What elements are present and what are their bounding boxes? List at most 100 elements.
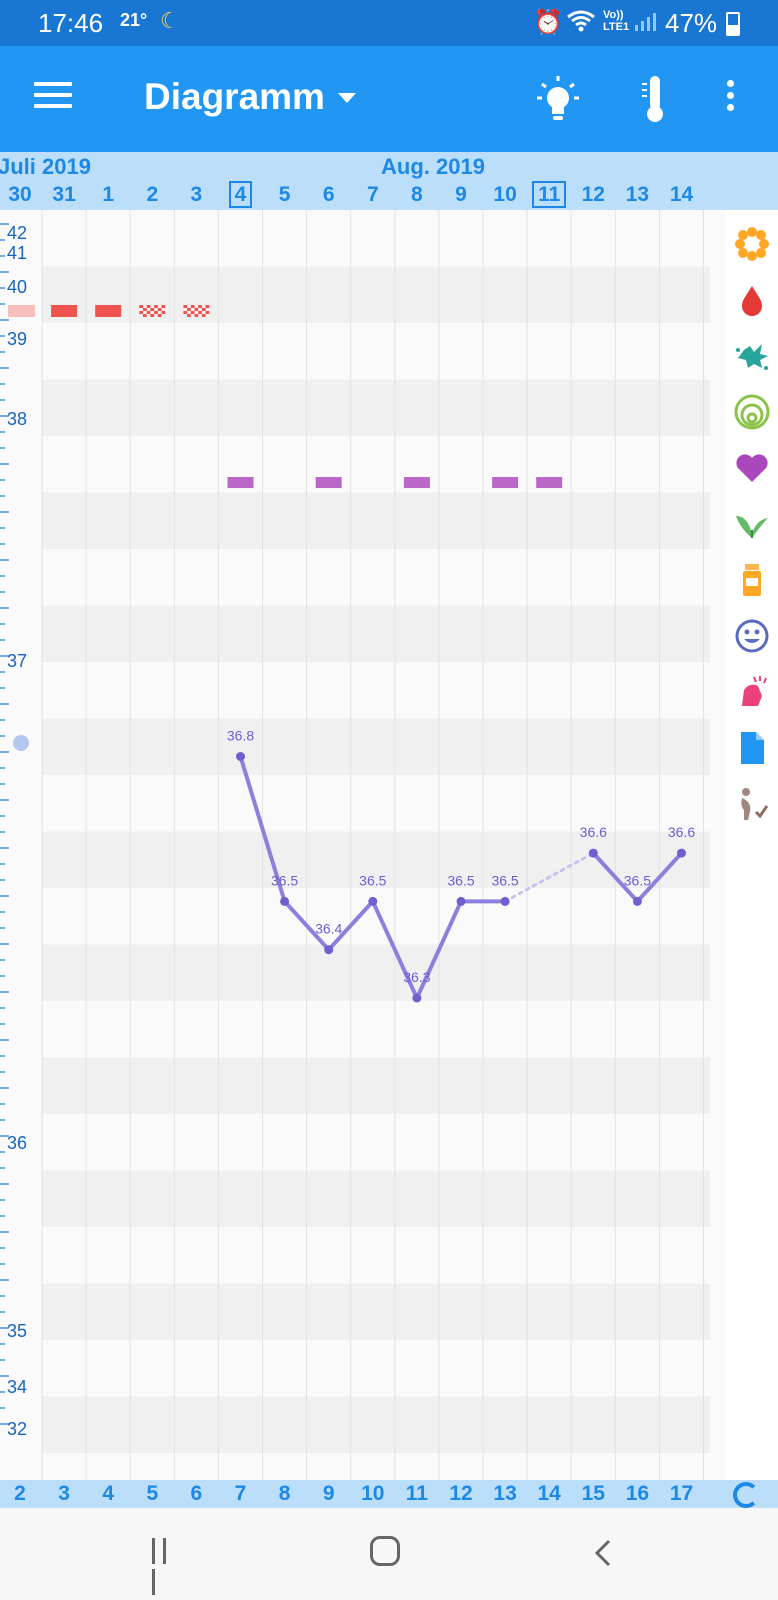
date-header: Juli 2019 Aug. 2019 30 31 1 2 3 4 5 6 7 8 9 10 11 12 1… <box>0 152 778 210</box>
lightbulb-icon[interactable] <box>536 74 580 122</box>
temperature-point <box>368 896 378 906</box>
overflow-menu-icon[interactable] <box>722 80 738 116</box>
day-label-text: 31 <box>52 183 76 206</box>
heart-icon[interactable] <box>732 448 772 488</box>
spotting-cell <box>194 308 199 311</box>
temperature-point <box>456 896 466 906</box>
chart-svg[interactable]: 4241 40 39 38 37 36 35 34 32 36.8 36.5 36.4 36.5 36.3… <box>0 210 725 1480</box>
spotting-cell <box>190 311 195 314</box>
day-label[interactable]: 14 <box>660 183 704 207</box>
cycle-day-label: 5 <box>146 1482 159 1505</box>
spotting-cell <box>146 305 151 308</box>
lte-label: LTE1 <box>603 21 630 33</box>
day-label[interactable]: 6 <box>307 183 351 207</box>
note-icon[interactable] <box>732 728 772 768</box>
temperature-point <box>588 848 598 858</box>
chart-band <box>42 605 710 662</box>
intercourse-marker <box>227 477 254 488</box>
temperature-point <box>412 993 422 1003</box>
day-label[interactable]: 10 <box>483 183 527 207</box>
cycle-day-label: 9 <box>322 1482 335 1505</box>
temperature-label: 36.6 <box>668 824 695 840</box>
spotting-cell <box>143 314 147 317</box>
splash-icon[interactable] <box>732 336 772 376</box>
day-label[interactable]: 7 <box>351 183 395 207</box>
day-label-text: 9 <box>455 183 467 206</box>
day-label-text: 13 <box>625 183 650 206</box>
spotting-cell <box>190 305 195 308</box>
day-label[interactable]: 30 <box>0 183 42 207</box>
day-label[interactable]: 13 <box>615 183 659 207</box>
temperature-label: 36.5 <box>491 872 518 888</box>
status-temperature: 21° <box>120 10 148 30</box>
menu-icon[interactable] <box>34 82 72 112</box>
day-label[interactable]: 11 <box>527 181 571 208</box>
page-title[interactable]: Diagramm <box>144 76 325 118</box>
cycle-day-label: 15 <box>581 1482 605 1505</box>
temperature-point <box>677 848 686 858</box>
temperature-label: 36.4 <box>315 921 342 937</box>
chart-band <box>42 1170 710 1227</box>
day-label[interactable]: 5 <box>263 183 307 207</box>
battery-percentage: 47% <box>665 8 718 38</box>
status-time: 17:46 <box>38 8 104 38</box>
cycle-icon[interactable] <box>733 1482 759 1508</box>
day-label-text: 30 <box>8 183 32 206</box>
home-icon[interactable] <box>370 1536 400 1566</box>
day-label-text: 5 <box>278 183 291 206</box>
cervix-icon[interactable] <box>732 392 772 432</box>
dropdown-icon[interactable] <box>338 93 356 103</box>
day-label[interactable]: 2 <box>130 183 174 207</box>
period-marker <box>95 305 122 317</box>
temperature-point <box>280 896 290 906</box>
symptom-icon-column <box>725 210 778 1480</box>
symptom-icon[interactable] <box>732 672 772 712</box>
spotting-cell <box>143 308 147 311</box>
thermometer-icon[interactable] <box>638 74 672 124</box>
y-axis-label: 32 <box>7 1419 27 1439</box>
temperature-chart[interactable]: 42 41 40 39 38 37 36 35 34 32 36.8 36.5 36.4 36.5 36.3… <box>0 210 725 1480</box>
cycle-day-label: 6 <box>190 1482 203 1505</box>
back-icon[interactable] <box>593 1538 613 1568</box>
spotting-cell <box>201 314 206 317</box>
y-axis-label: 39 <box>7 329 27 349</box>
day-label[interactable]: 8 <box>395 183 439 207</box>
leaf-icon[interactable] <box>732 504 772 544</box>
day-label-text: 6 <box>322 183 335 206</box>
spotting-cell <box>146 311 151 314</box>
chart-band <box>42 944 710 1001</box>
period-marker <box>8 305 35 317</box>
temperature-label: 36.5 <box>271 872 298 888</box>
wifi-icon <box>567 10 595 32</box>
blood-drop-icon[interactable] <box>732 280 772 320</box>
spotting-cell <box>187 314 191 317</box>
pregnancy-test-icon[interactable] <box>732 784 772 824</box>
spotting-cell <box>183 305 188 308</box>
spotting-cell <box>201 308 206 311</box>
y-axis-label: 36 <box>7 1133 27 1153</box>
chart-band <box>42 718 710 775</box>
spotting-cell <box>150 308 155 311</box>
day-label[interactable]: 9 <box>439 183 483 207</box>
spotting-cell <box>205 305 210 308</box>
smiley-icon[interactable] <box>732 616 772 656</box>
temperature-label: 36.5 <box>447 872 474 888</box>
recents-icon[interactable] <box>152 1538 184 1595</box>
y-axis-label: 41 <box>7 243 27 263</box>
day-label-text: 7 <box>366 183 379 206</box>
spotting-cell <box>187 308 191 311</box>
day-label[interactable]: 4 <box>219 181 263 208</box>
spotting-cell <box>198 311 202 314</box>
temperature-point <box>324 945 334 955</box>
temperature-label: 36.3 <box>403 969 430 985</box>
flower-icon[interactable] <box>732 224 772 264</box>
day-label[interactable]: 3 <box>174 183 218 207</box>
day-label-text: 10 <box>493 183 517 206</box>
day-label[interactable]: 31 <box>42 183 86 207</box>
day-label[interactable]: 1 <box>86 183 130 207</box>
pill-bottle-icon[interactable] <box>732 560 772 600</box>
spotting-cell <box>154 311 158 314</box>
temperature-label: 36.5 <box>359 872 386 888</box>
day-label[interactable]: 12 <box>571 183 615 207</box>
cycle-day-label: 12 <box>449 1482 473 1505</box>
